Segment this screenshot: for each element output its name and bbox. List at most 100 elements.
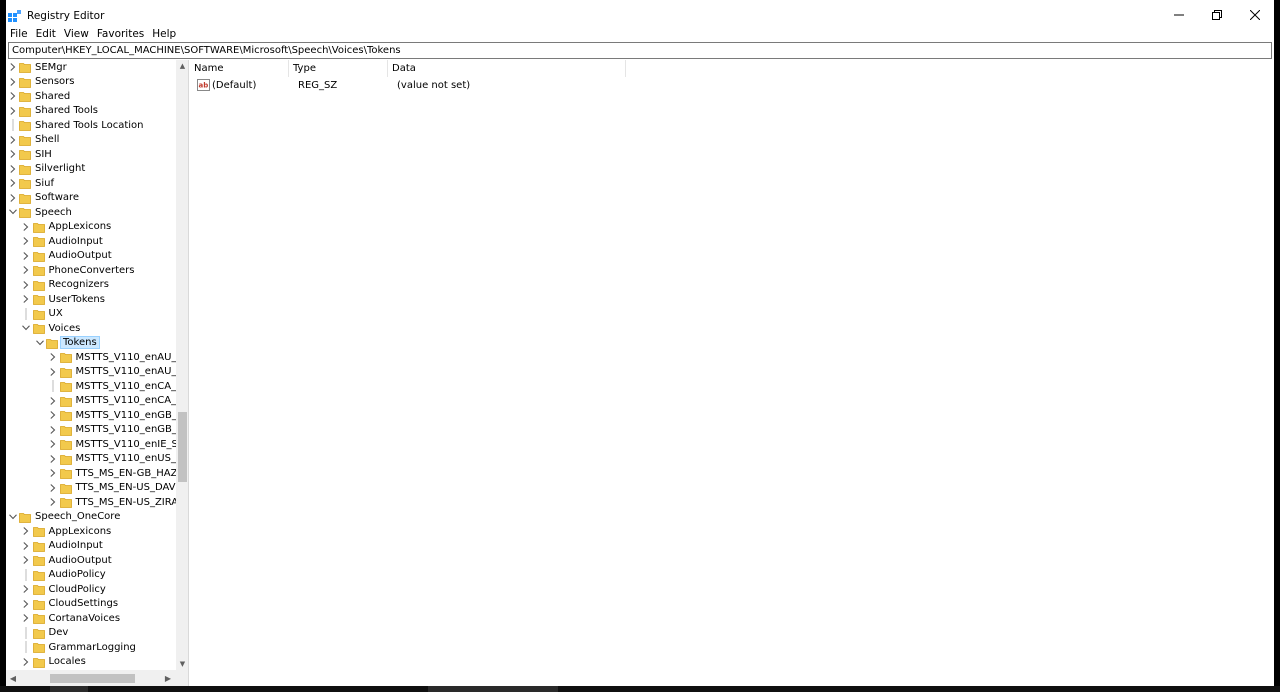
chevron-right-icon[interactable] (22, 612, 31, 624)
chevron-down-icon[interactable] (8, 206, 17, 218)
menu-edit[interactable]: Edit (32, 28, 60, 40)
chevron-right-icon[interactable] (49, 395, 58, 407)
chevron-right-icon[interactable] (22, 293, 31, 305)
chevron-right-icon[interactable] (8, 192, 17, 204)
tree-item[interactable]: SEMgr (6, 60, 176, 75)
scroll-right-arrow-icon[interactable]: ▶ (161, 670, 175, 686)
tree-item-selected[interactable]: Tokens (6, 336, 176, 351)
chevron-right-icon[interactable] (8, 76, 17, 88)
tree-item[interactable]: Shared Tools (6, 104, 176, 119)
chevron-right-icon[interactable] (22, 264, 31, 276)
tree-item[interactable]: UX (6, 307, 176, 322)
tree-item[interactable]: SIH (6, 147, 176, 162)
tree-item[interactable]: Speech_OneCore (6, 510, 176, 525)
chevron-right-icon[interactable] (22, 279, 31, 291)
tree-vertical-scroll-thumb[interactable] (178, 412, 187, 482)
tree-item[interactable]: Software (6, 191, 176, 206)
tree-horizontal-scroll-thumb[interactable] (50, 674, 135, 683)
tree-item[interactable]: AudioOutput (6, 249, 176, 264)
tree-item[interactable]: CortanaVoices (6, 611, 176, 626)
column-header-type[interactable]: Type (289, 60, 388, 77)
tree-item[interactable]: Sensors (6, 75, 176, 90)
chevron-right-icon[interactable] (8, 90, 17, 102)
tree-item[interactable]: GrammarLogging (6, 640, 176, 655)
chevron-down-icon[interactable] (35, 337, 44, 349)
tree-item[interactable]: Recognizers (6, 278, 176, 293)
tree-item[interactable]: AudioInput (6, 234, 176, 249)
chevron-right-icon[interactable] (8, 134, 17, 146)
tree-item[interactable]: AudioInput (6, 539, 176, 554)
chevron-right-icon[interactable] (49, 496, 58, 508)
tree-item[interactable]: Voices (6, 321, 176, 336)
tree-vertical-scrollbar[interactable]: ▲ ▼ (176, 60, 188, 670)
tree-item[interactable]: Shared Tools Location (6, 118, 176, 133)
tree-item[interactable]: MSTTS_V110_enGB_Ge (6, 408, 176, 423)
tree-item[interactable]: TTS_MS_EN-US_DAVID (6, 481, 176, 496)
chevron-right-icon[interactable] (22, 598, 31, 610)
chevron-right-icon[interactable] (22, 540, 31, 552)
address-bar[interactable]: Computer\HKEY_LOCAL_MACHINE\SOFTWARE\Mic… (8, 42, 1272, 59)
tree-horizontal-scrollbar[interactable]: ◀ ▶ (6, 670, 188, 686)
tree-item[interactable]: TTS_MS_EN-US_ZIRA_1 (6, 495, 176, 510)
chevron-down-icon[interactable] (22, 322, 31, 334)
scroll-down-arrow-icon[interactable]: ▼ (176, 658, 188, 670)
tree-item[interactable]: AppLexicons (6, 524, 176, 539)
restore-button[interactable] (1198, 0, 1236, 30)
chevron-down-icon[interactable] (8, 511, 17, 523)
tree-item[interactable]: MSTTS_V110_enCA_Ric (6, 394, 176, 409)
chevron-right-icon[interactable] (49, 351, 58, 363)
tree-item[interactable]: Dev (6, 626, 176, 641)
menu-favorites[interactable]: Favorites (93, 28, 148, 40)
menu-view[interactable]: View (60, 28, 93, 40)
chevron-right-icon[interactable] (49, 438, 58, 450)
tree-item[interactable]: MSTTS_V110_enIE_Sea (6, 437, 176, 452)
chevron-right-icon[interactable] (8, 148, 17, 160)
scroll-left-arrow-icon[interactable]: ◀ (6, 670, 20, 686)
value-row[interactable]: ab (Default) REG_SZ (value not set) (190, 78, 630, 93)
tree-item[interactable]: Locales (6, 655, 176, 670)
chevron-right-icon[interactable] (22, 221, 31, 233)
chevron-right-icon[interactable] (8, 105, 17, 117)
tree-item[interactable]: AudioPolicy (6, 568, 176, 583)
tree-item[interactable]: CloudSettings (6, 597, 176, 612)
tree-item[interactable]: MSTTS_V110_enGB_Sus (6, 423, 176, 438)
tree-item[interactable]: AudioOutput (6, 553, 176, 568)
tree-item[interactable]: MSTTS_V110_enUS_Ma (6, 452, 176, 467)
chevron-right-icon[interactable] (8, 163, 17, 175)
tree-item[interactable]: PhoneConverters (6, 263, 176, 278)
chevron-right-icon[interactable] (22, 583, 31, 595)
chevron-right-icon[interactable] (49, 467, 58, 479)
chevron-right-icon[interactable] (49, 366, 58, 378)
chevron-right-icon[interactable] (8, 177, 17, 189)
menu-file[interactable]: File (6, 28, 32, 40)
tree-item[interactable]: UserTokens (6, 292, 176, 307)
tree-item[interactable]: Shared (6, 89, 176, 104)
close-button[interactable] (1236, 0, 1274, 30)
chevron-right-icon[interactable] (49, 424, 58, 436)
tree-item[interactable]: Siuf (6, 176, 176, 191)
column-header-data[interactable]: Data (388, 60, 626, 77)
scroll-up-arrow-icon[interactable]: ▲ (176, 60, 188, 72)
tree-item[interactable]: AppLexicons (6, 220, 176, 235)
chevron-right-icon[interactable] (22, 250, 31, 262)
chevron-right-icon[interactable] (22, 235, 31, 247)
menu-help[interactable]: Help (148, 28, 180, 40)
tree-item[interactable]: MSTTS_V110_enAU_Ca (6, 350, 176, 365)
tree-item[interactable]: MSTTS_V110_enAU_Jar (6, 365, 176, 380)
chevron-right-icon[interactable] (22, 656, 31, 668)
chevron-right-icon[interactable] (49, 482, 58, 494)
chevron-right-icon[interactable] (49, 453, 58, 465)
tree-item[interactable]: CloudPolicy (6, 582, 176, 597)
chevron-right-icon[interactable] (22, 525, 31, 537)
chevron-right-icon[interactable] (8, 61, 17, 73)
chevron-right-icon[interactable] (49, 409, 58, 421)
tree-item[interactable]: Shell (6, 133, 176, 148)
tree-item[interactable]: TTS_MS_EN-GB_HAZEL (6, 466, 176, 481)
tree-item[interactable]: Silverlight (6, 162, 176, 177)
chevron-right-icon[interactable] (22, 554, 31, 566)
tree-item[interactable]: Speech (6, 205, 176, 220)
tree-item[interactable]: MSTTS_V110_enCA_Lin (6, 379, 176, 394)
minimize-button[interactable] (1160, 0, 1198, 30)
tree-line (22, 641, 31, 654)
column-header-name[interactable]: Name (190, 60, 289, 77)
